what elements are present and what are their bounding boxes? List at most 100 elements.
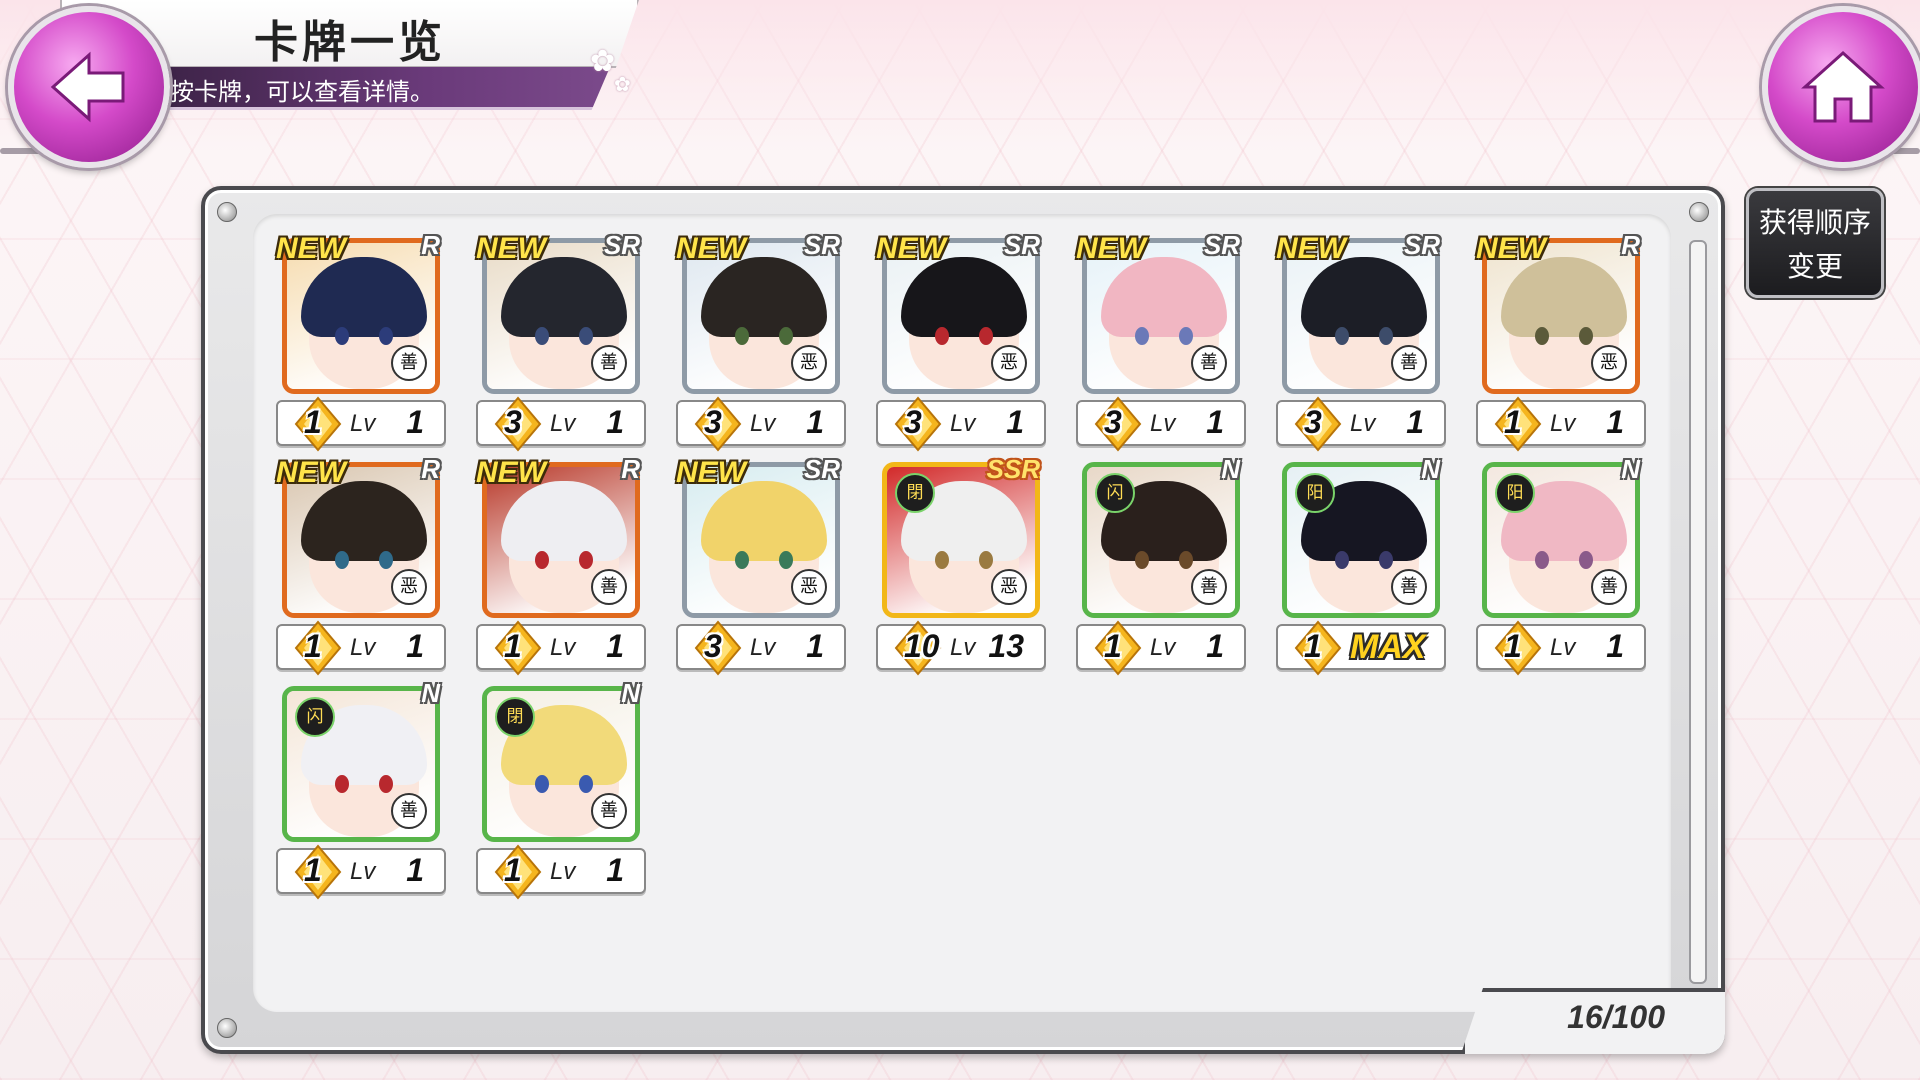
- card-item[interactable]: 闪 善 N 1 Lv 1: [276, 678, 446, 906]
- character-eye: [335, 775, 349, 793]
- sort-order-button[interactable]: 获得顺序 变更: [1746, 188, 1884, 298]
- page-title: 卡牌一览: [254, 17, 446, 68]
- card-item[interactable]: 恶 R NEW 1 Lv 1: [1476, 230, 1646, 458]
- character-eye: [535, 327, 549, 345]
- card-rank: 1: [1504, 404, 1522, 440]
- level-label: Lv: [550, 634, 576, 661]
- alignment-badge-icon: 恶: [791, 569, 827, 605]
- card-item[interactable]: 閉 善 N 1 Lv 1: [476, 678, 646, 906]
- card-level: 1: [806, 628, 824, 664]
- character-eye: [735, 551, 749, 569]
- card-item[interactable]: 恶 SR NEW 3 Lv 1: [676, 454, 846, 682]
- card-rank: 1: [304, 404, 322, 440]
- character-eye: [535, 775, 549, 793]
- faction-icon: 闪: [295, 697, 335, 737]
- card-level: 1: [1606, 404, 1624, 440]
- rarity-label: R: [421, 230, 440, 260]
- character-eye: [1535, 327, 1549, 345]
- card-level: 1: [406, 852, 424, 888]
- card-item[interactable]: 善 R NEW 1 Lv 1: [276, 230, 446, 458]
- character-eye: [579, 551, 593, 569]
- character-eye: [335, 327, 349, 345]
- level-label: Lv: [350, 634, 376, 661]
- card-level: 1: [1206, 628, 1224, 664]
- card-item[interactable]: 善 SR NEW 3 Lv 1: [1076, 230, 1246, 458]
- card-level-bar: 3 Lv 1: [1276, 396, 1446, 452]
- character-eye: [1579, 327, 1593, 345]
- card-portrait-frame: 閉 善: [482, 686, 640, 842]
- home-button[interactable]: [1762, 6, 1920, 168]
- rarity-label: N: [1221, 454, 1240, 484]
- scrollbar[interactable]: [1689, 240, 1707, 984]
- card-item[interactable]: 阳 善 N 1 Lv 1: [1476, 454, 1646, 682]
- screw-decoration: [217, 1018, 237, 1038]
- card-level-bar: 1 Lv 1: [276, 396, 446, 452]
- card-item[interactable]: 恶 SR NEW 3 Lv 1: [876, 230, 1046, 458]
- card-item[interactable]: 善 SR NEW 3 Lv 1: [476, 230, 646, 458]
- card-level: 1: [806, 404, 824, 440]
- character-hair: [501, 257, 627, 337]
- character-eye: [1379, 551, 1393, 569]
- new-badge: NEW: [876, 232, 946, 265]
- rarity-label: SR: [803, 454, 840, 484]
- rarity-label: R: [421, 454, 440, 484]
- character-eye: [579, 327, 593, 345]
- character-eye: [579, 775, 593, 793]
- rarity-label: SSR: [986, 454, 1040, 484]
- new-badge: NEW: [476, 456, 546, 489]
- card-level-bar: 3 Lv 1: [1076, 396, 1246, 452]
- new-badge: NEW: [476, 232, 546, 265]
- card-rank: 3: [1304, 404, 1322, 440]
- character-eye: [979, 551, 993, 569]
- rarity-label: R: [621, 454, 640, 484]
- character-eye: [379, 551, 393, 569]
- character-eye: [335, 551, 349, 569]
- card-level: 1: [1206, 404, 1224, 440]
- card-level-bar: 1 Lv 1: [1476, 620, 1646, 676]
- card-level-bar: 3 Lv 1: [676, 620, 846, 676]
- card-item[interactable]: 恶 R NEW 1 Lv 1: [276, 454, 446, 682]
- level-label: Lv: [1550, 634, 1576, 661]
- card-item[interactable]: 阳 善 N 1 MAX: [1276, 454, 1446, 682]
- card-level-bar: 1 Lv 1: [476, 620, 646, 676]
- character-eye: [1179, 327, 1193, 345]
- rarity-label: N: [1621, 454, 1640, 484]
- card-item[interactable]: 善 SR NEW 3 Lv 1: [1276, 230, 1446, 458]
- alignment-badge-icon: 善: [1191, 569, 1227, 605]
- new-badge: NEW: [1476, 232, 1546, 265]
- character-eye: [379, 775, 393, 793]
- alignment-badge-icon: 善: [391, 793, 427, 829]
- character-hair: [901, 257, 1027, 337]
- faction-icon: 閉: [495, 697, 535, 737]
- card-level: 1: [1406, 404, 1424, 440]
- new-badge: NEW: [276, 456, 346, 489]
- card-item[interactable]: 闪 善 N 1 Lv 1: [1076, 454, 1246, 682]
- character-eye: [1535, 551, 1549, 569]
- character-eye: [1135, 551, 1149, 569]
- card-item[interactable]: 恶 SR NEW 3 Lv 1: [676, 230, 846, 458]
- back-button[interactable]: [8, 6, 170, 168]
- card-rank: 3: [504, 404, 522, 440]
- character-hair: [301, 257, 427, 337]
- card-rank: 1: [304, 852, 322, 888]
- character-eye: [1579, 551, 1593, 569]
- card-level: 1: [606, 404, 624, 440]
- faction-icon: 閉: [895, 473, 935, 513]
- character-hair: [501, 481, 627, 561]
- faction-icon: 闪: [1095, 473, 1135, 513]
- card-level: 1: [606, 628, 624, 664]
- card-rank: 1: [1104, 628, 1122, 664]
- new-badge: NEW: [676, 232, 746, 265]
- alignment-badge-icon: 善: [591, 345, 627, 381]
- card-item[interactable]: 閉 恶 SSR 10 Lv 13: [876, 454, 1046, 682]
- card-portrait-frame: 阳 善: [1482, 462, 1640, 618]
- character-hair: [1501, 257, 1627, 337]
- alignment-badge-icon: 善: [591, 793, 627, 829]
- card-item[interactable]: 善 R NEW 1 Lv 1: [476, 454, 646, 682]
- card-level-bar: 3 Lv 1: [476, 396, 646, 452]
- character-hair: [701, 257, 827, 337]
- card-level-bar: 1 Lv 1: [1476, 396, 1646, 452]
- blossom-icon: ✿: [590, 44, 616, 79]
- back-arrow-icon: [50, 51, 125, 123]
- rarity-label: R: [1621, 230, 1640, 260]
